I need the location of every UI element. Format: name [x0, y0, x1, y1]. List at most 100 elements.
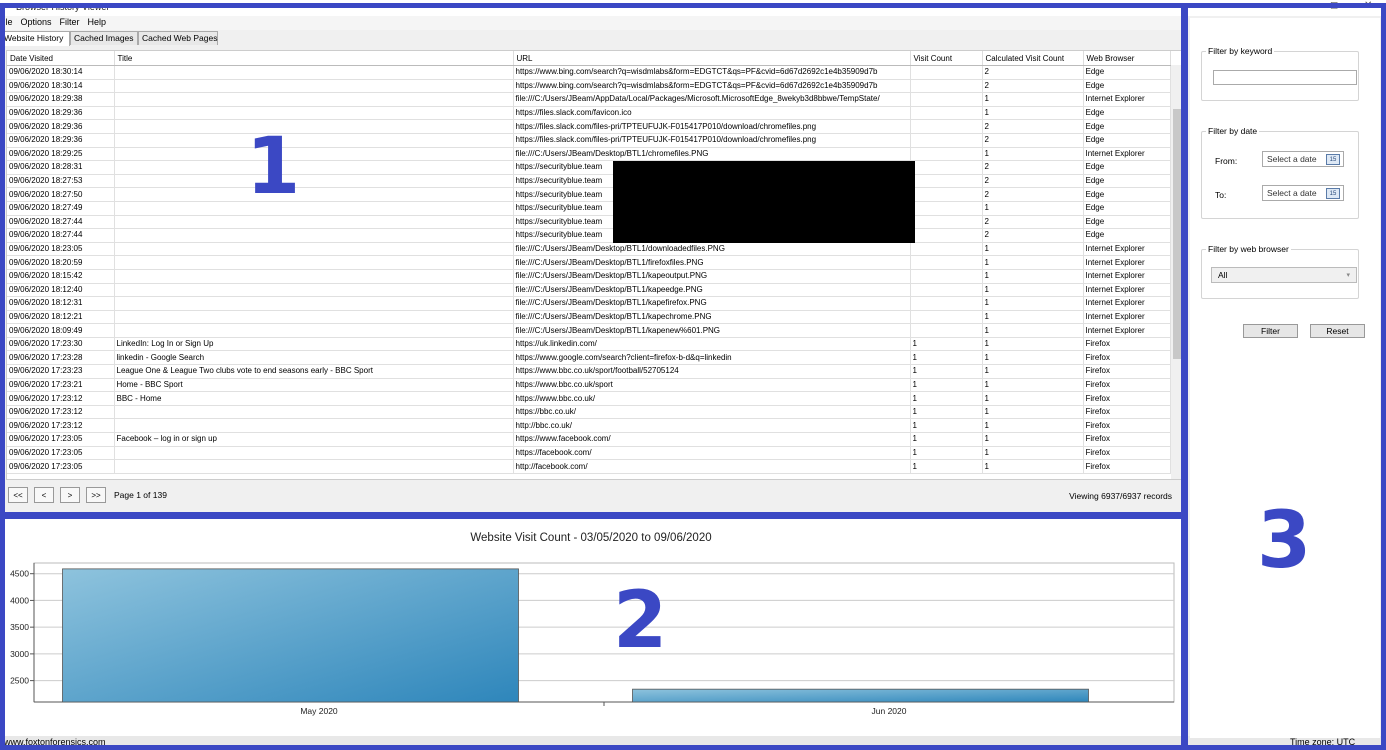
last-page-button[interactable]: >>	[86, 487, 106, 503]
table-row[interactable]: 09/06/2020 17:23:05 http://facebook.com/1…	[7, 459, 1171, 474]
table-cell: file:///C:/Users/JBeam/AppData/Local/Pac…	[513, 92, 911, 107]
to-date-picker[interactable]: Select a date 15	[1262, 185, 1344, 201]
table-cell: 09/06/2020 18:12:40	[7, 283, 115, 298]
status-right: Time zone: UTC	[1290, 737, 1356, 747]
table-row[interactable]: 09/06/2020 17:23:05 https://facebook.com/…	[7, 446, 1171, 461]
table-row[interactable]: 09/06/2020 17:23:21 Home - BBC Sport https…	[7, 378, 1171, 393]
table-cell: Edge	[1083, 201, 1171, 216]
table-cell: 09/06/2020 18:27:44	[7, 215, 115, 230]
table-cell: https://files.slack.com/favicon.ico	[513, 106, 911, 121]
col-visit-count[interactable]: Visit Count	[910, 51, 983, 66]
menu-filter[interactable]: Filter	[56, 16, 84, 27]
filter-button[interactable]: Filter	[1243, 324, 1298, 338]
from-date-placeholder: Select a date	[1267, 154, 1317, 164]
table-row[interactable]: 09/06/2020 18:12:40 file:///C:/Users/JBea…	[7, 283, 1171, 298]
next-page-button[interactable]: >	[60, 487, 80, 503]
table-row[interactable]: 09/06/2020 18:29:38 file:///C:/Users/JBea…	[7, 92, 1171, 107]
table-row[interactable]: 09/06/2020 17:23:23 League One & League T…	[7, 364, 1171, 379]
calendar-icon[interactable]: 15	[1326, 188, 1340, 199]
table-cell: 09/06/2020 17:23:05	[7, 446, 115, 461]
col-web-browser[interactable]: Web Browser	[1083, 51, 1171, 66]
table-cell	[114, 446, 514, 461]
table-cell: https://files.slack.com/files-pri/TPTEUF…	[513, 119, 911, 134]
col-title[interactable]: Title	[114, 51, 514, 66]
table-row[interactable]: 09/06/2020 17:23:12 http://bbc.co.uk/1 1 Fi…	[7, 418, 1171, 434]
table-cell	[910, 323, 983, 338]
to-date-placeholder: Select a date	[1267, 188, 1317, 198]
table-cell: https://uk.linkedin.com/	[513, 337, 911, 352]
table-row[interactable]: 09/06/2020 18:29:36 https://files.slack.c…	[7, 133, 1171, 148]
table-cell	[114, 106, 514, 121]
table-row[interactable]: 09/06/2020 18:12:21 file:///C:/Users/JBea…	[7, 310, 1171, 325]
close-icon[interactable]: ✕	[1364, 0, 1372, 11]
table-row[interactable]: 09/06/2020 18:29:36 https://files.slack.c…	[7, 106, 1171, 121]
browser-legend: Filter by web browser	[1206, 244, 1291, 254]
table-row[interactable]: 09/06/2020 18:20:59 file:///C:/Users/JBea…	[7, 255, 1171, 270]
table-row[interactable]: 09/06/2020 18:27:50 https://securityblue.…	[7, 187, 1171, 202]
table-cell	[910, 310, 983, 325]
grid-scrollbar[interactable]	[1171, 65, 1183, 479]
table-cell	[114, 133, 514, 148]
table-row[interactable]: 09/06/2020 18:27:44 https://securityblue.…	[7, 228, 1171, 243]
reset-button[interactable]: Reset	[1310, 324, 1365, 338]
first-page-button[interactable]: <<	[8, 487, 28, 503]
table-cell: 1	[982, 269, 1084, 284]
keyword-input[interactable]	[1213, 70, 1357, 85]
table-row[interactable]: 09/06/2020 18:15:42 file:///C:/Users/JBea…	[7, 269, 1171, 284]
table-row[interactable]: 09/06/2020 18:30:14 https://www.bing.com/…	[7, 79, 1171, 94]
table-row[interactable]: 09/06/2020 18:09:49 file:///C:/Users/JBea…	[7, 323, 1171, 338]
maximize-icon[interactable]: ◻	[1330, 0, 1338, 11]
from-date-picker[interactable]: Select a date 15	[1262, 151, 1344, 167]
table-cell	[910, 187, 983, 202]
table-row[interactable]: 09/06/2020 17:23:28 linkedin - Google Sea…	[7, 350, 1171, 366]
menu-options[interactable]: Options	[17, 16, 56, 27]
table-row[interactable]: 09/06/2020 18:12:31 file:///C:/Users/JBea…	[7, 296, 1171, 311]
prev-page-button[interactable]: <	[34, 487, 54, 503]
table-cell: 1	[982, 391, 1084, 406]
table-row[interactable]: 09/06/2020 18:27:44 https://securityblue.…	[7, 215, 1171, 230]
table-row[interactable]: 09/06/2020 18:29:25 file:///C:/Users/JBea…	[7, 147, 1171, 162]
table-row[interactable]: 09/06/2020 17:23:05 Facebook – log in or …	[7, 432, 1171, 447]
col-date-visited[interactable]: Date Visited	[7, 51, 115, 66]
col-calculated-visit-count[interactable]: Calculated Visit Count	[982, 51, 1084, 66]
table-row[interactable]: 09/06/2020 18:29:36 https://files.slack.c…	[7, 119, 1171, 134]
table-cell: Facebook – log in or sign up	[114, 432, 514, 447]
window-title: Browser History Viewer	[16, 2, 110, 12]
table-cell	[910, 255, 983, 270]
table-cell: 09/06/2020 17:23:21	[7, 378, 115, 393]
table-row[interactable]: 09/06/2020 18:27:53 https://securityblue.…	[7, 174, 1171, 189]
menu-file[interactable]: File	[0, 16, 17, 27]
table-cell	[910, 283, 983, 298]
table-row[interactable]: 09/06/2020 18:30:14 https://www.bing.com/…	[7, 65, 1171, 80]
table-cell: 09/06/2020 18:30:14	[7, 79, 115, 94]
header-row: Date Visited Title URL Visit Count Calcu…	[7, 51, 1171, 66]
tab-website-history[interactable]: Website History	[0, 31, 70, 46]
menu-help[interactable]: Help	[84, 16, 111, 27]
table-row[interactable]: 09/06/2020 18:23:05 file:///C:/Users/JBea…	[7, 242, 1171, 257]
table-cell: 09/06/2020 18:29:36	[7, 133, 115, 148]
table-row[interactable]: 09/06/2020 18:28:31 https://securityblue.…	[7, 160, 1171, 175]
table-cell: Edge	[1083, 215, 1171, 230]
table-cell: Home - BBC Sport	[114, 378, 514, 393]
table-row[interactable]: 09/06/2020 17:23:30 LinkedIn: Log In or S…	[7, 337, 1171, 352]
tab-cached-images[interactable]: Cached Images	[70, 31, 138, 45]
table-cell	[910, 79, 983, 94]
table-cell: 1	[982, 323, 1084, 338]
browser-select[interactable]: All ▾	[1211, 267, 1357, 283]
col-url[interactable]: URL	[513, 51, 911, 66]
table-cell: file:///C:/Users/JBeam/Desktop/BTL1/kape…	[513, 269, 911, 284]
bar	[62, 568, 519, 703]
table-cell: 1	[982, 337, 1084, 352]
table-cell	[114, 174, 514, 189]
table-row[interactable]: 09/06/2020 17:23:12 https://bbc.co.uk/1 1 F…	[7, 405, 1171, 420]
history-grid[interactable]: Date Visited Title URL Visit Count Calcu…	[6, 50, 1184, 480]
table-cell: https://www.bbc.co.uk/sport/football/527…	[513, 364, 911, 379]
tab-cached-web-pages[interactable]: Cached Web Pages	[138, 31, 218, 45]
table-cell	[114, 147, 514, 162]
table-row[interactable]: 09/06/2020 18:27:49 https://securityblue.…	[7, 201, 1171, 216]
table-row[interactable]: 09/06/2020 17:23:12 BBC - Home https://www…	[7, 391, 1171, 406]
calendar-icon[interactable]: 15	[1326, 154, 1340, 165]
scroll-thumb[interactable]	[1173, 109, 1181, 359]
table-cell: file:///C:/Users/JBeam/Desktop/BTL1/kape…	[513, 310, 911, 325]
table-cell: Firefox	[1083, 459, 1171, 474]
